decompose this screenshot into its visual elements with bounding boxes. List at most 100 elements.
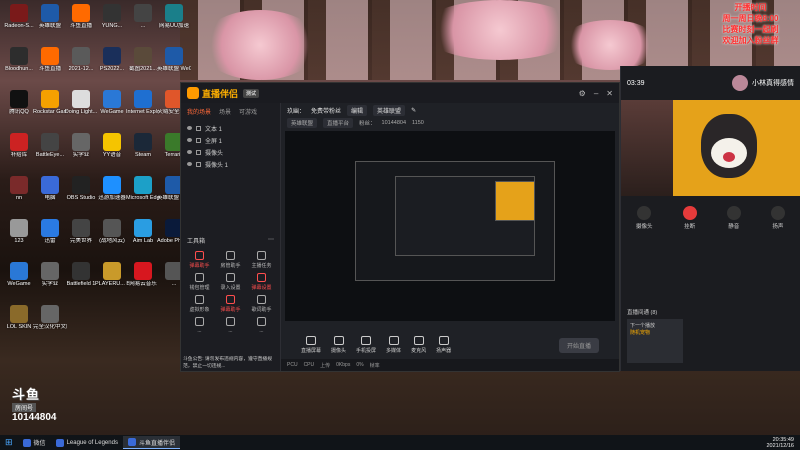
desktop-icon[interactable]: 网易UU加速 xyxy=(157,2,191,42)
tool-icon xyxy=(195,251,204,260)
desktop-icon[interactable]: 迅雷 xyxy=(33,217,67,257)
app-icon xyxy=(10,90,28,108)
desktop-icon[interactable]: 2021-12... xyxy=(64,45,98,85)
taskbar-item[interactable]: 斗鱼直播伴侣 xyxy=(122,436,180,449)
desktop-icon[interactable]: LOL SKIN xyxy=(2,303,36,343)
desktop-icon[interactable]: 斗鱼直播 xyxy=(33,45,67,85)
desktop-icon[interactable]: 斗鱼直播 xyxy=(64,2,98,42)
scene-item[interactable]: 文本 1 xyxy=(187,122,274,134)
desktop-icon-label: 斗鱼直播 xyxy=(69,23,92,29)
desktop-icon[interactable]: ... xyxy=(126,2,160,42)
tab-my-scenes[interactable]: 我的场景 xyxy=(187,107,211,116)
desktop-icon[interactable]: PLAYERU... BATTLEGR... xyxy=(95,260,129,300)
desktop-icon[interactable]: PS2022... xyxy=(95,45,129,85)
minimize-icon[interactable]: – xyxy=(594,89,598,98)
visibility-icon[interactable] xyxy=(187,150,192,154)
tool-button[interactable]: ... xyxy=(216,317,245,334)
speaker-button[interactable]: 扬声器 xyxy=(436,336,451,354)
media-button[interactable]: 多媒体 xyxy=(386,336,401,354)
desktop-icon[interactable]: 补给库 xyxy=(2,131,36,171)
category-chip[interactable]: 英雄联盟 xyxy=(373,104,406,116)
overlay-line: 开播时间 xyxy=(734,3,767,12)
tool-button[interactable]: 房管助手 xyxy=(216,251,245,269)
visibility-icon[interactable] xyxy=(187,126,192,130)
close-icon[interactable]: ✕ xyxy=(606,89,613,98)
desktop-icon[interactable]: Battlefield 1 xyxy=(64,260,98,300)
desktop-icon[interactable]: Bloodhun... xyxy=(2,45,36,85)
mic-button[interactable]: 麦克风 xyxy=(411,336,426,354)
phone-cast-button[interactable]: 手机投屏 xyxy=(356,336,376,354)
tool-button[interactable]: ... xyxy=(185,317,214,334)
go-live-button[interactable]: 开始直播 xyxy=(558,337,599,353)
camera-button[interactable]: 摄像头 xyxy=(331,336,346,354)
desktop-icon-label: 迅雷 xyxy=(44,238,56,244)
tool-button[interactable]: 弹幕助手 xyxy=(216,295,245,313)
visibility-icon[interactable] xyxy=(187,162,192,166)
desktop-icon[interactable]: Microsoft Edge xyxy=(126,174,160,214)
scene-item[interactable]: 摄像头 xyxy=(187,146,274,158)
more-icon[interactable]: ⋯ xyxy=(268,236,274,245)
system-clock[interactable]: 20:35:49 2021/12/16 xyxy=(766,437,800,449)
tool-button[interactable]: ... xyxy=(247,317,276,334)
tool-button[interactable]: 钱包管理 xyxy=(185,273,214,291)
desktop-icon[interactable]: 123 xyxy=(2,217,36,257)
screen-capture-button[interactable]: 直播屏幕 xyxy=(301,336,321,354)
desktop-icon[interactable]: Steam xyxy=(126,131,160,171)
desktop-icon[interactable]: WeGame xyxy=(95,88,129,128)
tool-button[interactable]: 虚拟形象 xyxy=(185,295,214,313)
desktop-icon[interactable]: 完美世界 xyxy=(64,217,98,257)
sub-thumbnail[interactable]: 下一个播放 随机宠物 xyxy=(627,319,683,363)
taskbar-item[interactable]: League of Legends xyxy=(51,436,123,449)
visibility-icon[interactable] xyxy=(187,138,192,142)
desktop-icon[interactable]: YY语音 xyxy=(95,131,129,171)
desktop-icon[interactable]: 实学业 xyxy=(33,260,67,300)
scene-item[interactable]: 全屏 1 xyxy=(187,134,274,146)
call-button-label: 挂断 xyxy=(684,224,696,230)
desktop-icon[interactable]: nn xyxy=(2,174,36,214)
desktop-icon[interactable]: 英雄联盟 WeGame版 xyxy=(157,45,191,85)
desktop-icon-label: 腾讯QQ xyxy=(9,109,29,115)
desktop-icon[interactable]: YUNG... xyxy=(95,2,129,42)
desktop-icon-label: 补给库 xyxy=(10,152,28,158)
desktop-icon[interactable]: (战地风云) xyxy=(95,217,129,257)
tool-button[interactable]: 主播任务 xyxy=(247,251,276,269)
tool-button[interactable]: 弹幕设置 xyxy=(247,273,276,291)
desktop-icon[interactable]: 实学业 xyxy=(64,131,98,171)
desktop-icon[interactable]: 腾讯QQ xyxy=(2,88,36,128)
tool-button[interactable]: 歌词助手 xyxy=(247,295,276,313)
tool-button[interactable]: 录入设置 xyxy=(216,273,245,291)
settings-icon[interactable]: ⚙ xyxy=(579,89,586,98)
desktop-icon[interactable]: Radeon-S... xyxy=(2,2,36,42)
tool-button[interactable]: 弹幕助手 xyxy=(185,251,214,269)
call-button[interactable]: 静音 xyxy=(726,206,741,230)
desktop-icon[interactable]: 电脑 xyxy=(33,174,67,214)
desktop-icon[interactable]: 截图2021... xyxy=(126,45,160,85)
taskbar-item[interactable]: 微信 xyxy=(18,436,51,449)
desktop-icon[interactable]: BattleEye... xyxy=(33,131,67,171)
taskbar: ⊞ 微信 League of Legends 斗鱼直播伴侣 20:35:49 202… xyxy=(0,435,800,450)
desktop-icon[interactable]: 完全汉化中文版 xyxy=(33,303,67,343)
edit-button[interactable]: 编辑 xyxy=(347,104,368,116)
start-button[interactable]: ⊞ xyxy=(0,436,18,449)
desktop-icon[interactable]: Doing Light... xyxy=(64,88,98,128)
call-button[interactable]: 扬声 xyxy=(770,206,785,230)
tool-label: 弹幕设置 xyxy=(251,285,272,291)
desktop-icon[interactable]: Aim Lab xyxy=(126,217,160,257)
app-icon xyxy=(10,219,28,237)
desktop-icon[interactable]: OBS Studio xyxy=(64,174,98,214)
status-item: 帧率 xyxy=(369,362,380,369)
desktop-icon-label: WeGame xyxy=(7,281,31,287)
tab-scenes[interactable]: 场景 xyxy=(219,107,231,116)
desktop-icon[interactable]: 英雄联盟 xyxy=(33,2,67,42)
tab-games[interactable]: 可游戏 xyxy=(239,107,257,116)
app-icon xyxy=(10,133,28,151)
desktop-icon[interactable]: Rockstar Games... xyxy=(33,88,67,128)
desktop-icon[interactable]: 网易云音乐 xyxy=(126,260,160,300)
desktop-icon[interactable]: 迅游加速器 xyxy=(95,174,129,214)
desktop-icon[interactable]: Internet Explorer xyxy=(126,88,160,128)
call-button[interactable]: 挂断 xyxy=(682,206,697,230)
desktop-icon[interactable]: WeGame xyxy=(2,260,36,300)
call-button[interactable]: 摄像头 xyxy=(636,206,653,230)
edit-icon[interactable]: ✎ xyxy=(411,107,416,114)
scene-item[interactable]: 摄像头 1 xyxy=(187,158,274,170)
